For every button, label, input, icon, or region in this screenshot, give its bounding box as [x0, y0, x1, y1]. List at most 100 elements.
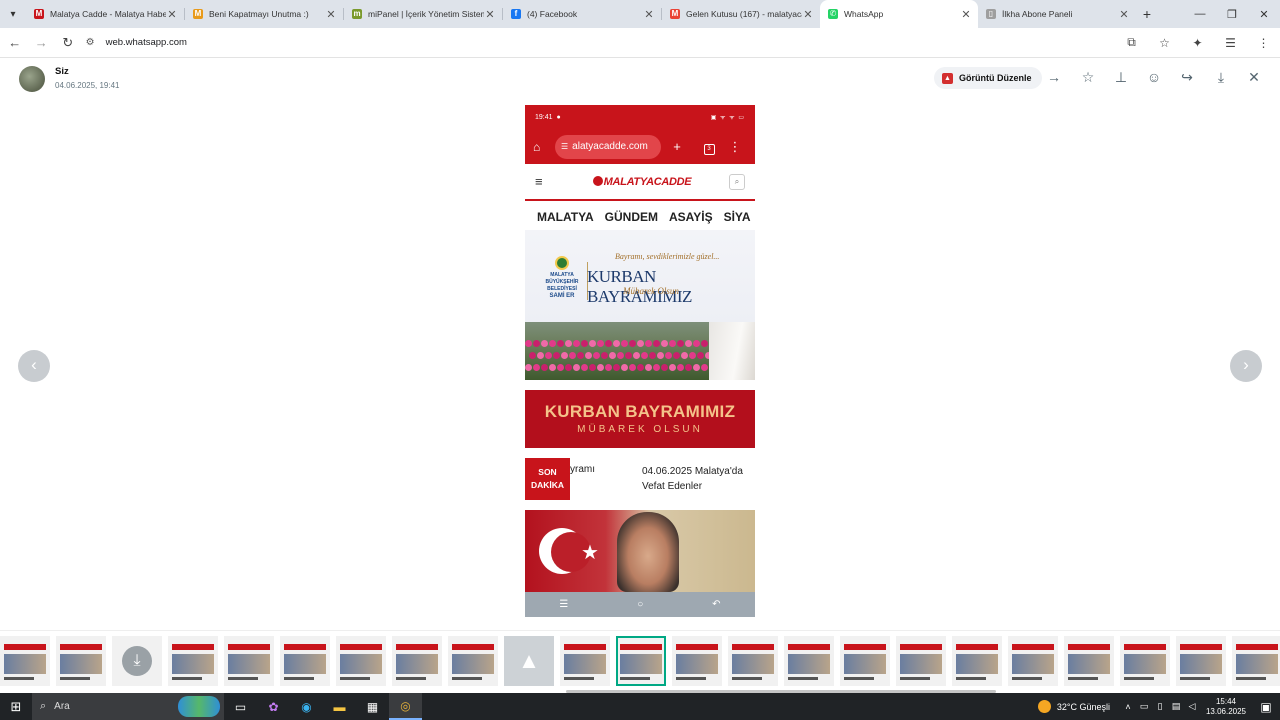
task-view-icon[interactable]: ▭	[224, 693, 257, 720]
edge-icon[interactable]: ◉	[290, 693, 323, 720]
tab-close-icon[interactable]: ✕	[643, 8, 655, 21]
emoji-icon[interactable]: ☺	[1145, 68, 1163, 86]
site-info-icon[interactable]: ⚙	[86, 37, 100, 48]
profile-icon[interactable]: ☰	[1214, 35, 1247, 50]
tab-title: Gelen Kutusu (167) - malatyaca	[686, 9, 802, 19]
media-thumbnail[interactable]	[280, 636, 330, 686]
avatar[interactable]	[19, 66, 45, 92]
restore-icon[interactable]: ❐	[1216, 0, 1248, 28]
browser-tab[interactable]: ▯ İlkha Abone Paneli ✕	[978, 0, 1136, 28]
file-explorer-icon[interactable]: ▬	[323, 693, 356, 720]
battery-icon[interactable]: ▯	[1152, 701, 1168, 712]
browser-tab[interactable]: M Beni Kapatmayı Unutma :) ✕	[185, 0, 343, 28]
media-thumbnail[interactable]	[1232, 636, 1280, 686]
address-bar[interactable]: ⚙ web.whatsapp.com	[86, 32, 1115, 54]
media-thumbnail[interactable]	[672, 636, 722, 686]
weather-text: 32°C Güneşli	[1056, 701, 1110, 712]
pin-icon[interactable]: ⊥	[1112, 68, 1130, 86]
media-thumbnail[interactable]	[896, 636, 946, 686]
tab-close-icon[interactable]: ✕	[1118, 8, 1130, 21]
forward-icon[interactable]: →	[30, 31, 54, 55]
edit-image-button[interactable]: ▲ Görüntü Düzenle	[934, 67, 1042, 89]
forward-icon[interactable]: ↪	[1178, 68, 1196, 86]
arrow-right-icon[interactable]: →	[1045, 68, 1063, 86]
media-thumbnail-strip: ⤓ ▲	[0, 630, 1280, 688]
media-thumbnail[interactable]	[1120, 636, 1170, 686]
network-icon[interactable]: ▤	[1168, 701, 1184, 712]
close-window-icon[interactable]: ✕	[1248, 0, 1280, 28]
download-icon[interactable]: ⤓	[1212, 68, 1230, 86]
tab-close-icon[interactable]: ✕	[166, 8, 178, 21]
bookmark-star-icon[interactable]: ☆	[1148, 35, 1181, 50]
browser-tab[interactable]: f (4) Facebook ✕	[503, 0, 661, 28]
tab-close-icon[interactable]: ✕	[484, 8, 496, 21]
media-thumbnail[interactable]	[392, 636, 442, 686]
media-thumbnail[interactable]	[224, 636, 274, 686]
menu-icon[interactable]: ⋮	[1247, 35, 1280, 50]
close-icon[interactable]: ✕	[1245, 68, 1263, 86]
phone-menu-icon: ⋮	[728, 138, 742, 154]
tab-close-icon[interactable]: ✕	[802, 8, 814, 21]
tab-favicon-icon: m	[352, 9, 362, 19]
media-thumbnail[interactable]	[1064, 636, 1114, 686]
media-thumbnail[interactable]: ⤓	[112, 636, 162, 686]
extensions-icon[interactable]: ✦	[1181, 35, 1214, 50]
tab-title: Malatya Cadde - Malatya Habe	[50, 9, 166, 19]
weather-widget[interactable]: 32°C Güneşli	[1037, 700, 1110, 713]
media-thumbnail[interactable]	[168, 636, 218, 686]
clock[interactable]: 15:44 13.06.2025	[1200, 697, 1252, 717]
tab-close-icon[interactable]: ✕	[960, 8, 972, 21]
minimize-icon[interactable]: —	[1184, 0, 1216, 28]
store-icon[interactable]: ▦	[356, 693, 389, 720]
chrome-icon[interactable]: ◎	[389, 693, 422, 720]
ticker-item: yramı	[570, 464, 595, 475]
star-icon[interactable]: ☆	[1079, 68, 1097, 86]
browser-tab[interactable]: M Malatya Cadde - Malatya Habe ✕	[26, 0, 184, 28]
browser-tab[interactable]: M Gelen Kutusu (167) - malatyaca ✕	[662, 0, 820, 28]
volume-icon[interactable]: ◁	[1184, 701, 1200, 712]
media-thumbnail[interactable]	[560, 636, 610, 686]
ticker-item: 04.06.2025 Malatya'da Vefat Edenler	[642, 466, 743, 492]
tab-search-icon[interactable]: ▾	[0, 0, 26, 28]
media-thumbnail[interactable]	[616, 636, 666, 686]
next-media-button[interactable]: ›	[1230, 350, 1262, 382]
media-thumbnail[interactable]	[448, 636, 498, 686]
reload-icon[interactable]: ↻	[56, 31, 80, 55]
media-thumbnail[interactable]	[0, 636, 50, 686]
site-menu-item: ASAYİŞ	[669, 209, 713, 224]
media-thumbnail[interactable]: ▲	[504, 636, 554, 686]
bayram-banner-red: KURBAN BAYRAMIMIZ MÜBAREK OLSUN	[525, 390, 755, 448]
previous-media-button[interactable]: ‹	[18, 350, 50, 382]
recent-apps-icon: ☰	[559, 599, 569, 610]
media-thumbnail[interactable]	[784, 636, 834, 686]
news-photo: ★	[525, 510, 755, 592]
media-thumbnail[interactable]	[1176, 636, 1226, 686]
install-app-icon[interactable]: ⧉	[1115, 35, 1148, 50]
media-thumbnail[interactable]	[728, 636, 778, 686]
browser-tab[interactable]: ✆ WhatsApp ✕	[820, 0, 978, 28]
media-thumbnail[interactable]	[840, 636, 890, 686]
windows-taskbar: ⊞ ⌕ Ara ▭ ✿ ◉ ▬ ▦ ◎ 32°C Güneşli ˄ ▭ ▯ ▤…	[0, 693, 1280, 720]
download-icon: ⤓	[122, 646, 152, 676]
tab-close-icon[interactable]: ✕	[325, 8, 337, 21]
tab-favicon-icon: M	[193, 9, 203, 19]
sender-name: Siz	[55, 66, 69, 77]
display-icon[interactable]: ▭	[1136, 701, 1152, 712]
copilot-icon[interactable]: ✿	[257, 693, 290, 720]
chevron-up-icon[interactable]: ˄	[1120, 702, 1136, 712]
media-thumbnail[interactable]	[56, 636, 106, 686]
edit-image-label: Görüntü Düzenle	[959, 73, 1032, 83]
media-thumbnail[interactable]	[336, 636, 386, 686]
media-thumbnail[interactable]	[952, 636, 1002, 686]
phone-back-icon: ↶	[712, 599, 721, 610]
taskbar-search[interactable]: ⌕ Ara	[32, 693, 224, 720]
phone-time: 19:41	[535, 113, 553, 121]
new-tab-button[interactable]: +	[1136, 0, 1158, 28]
tab-favicon-icon: M	[34, 9, 44, 19]
notification-icon[interactable]: ▣	[1252, 700, 1280, 714]
media-thumbnail[interactable]	[1008, 636, 1058, 686]
browser-tab[interactable]: m miPanel | İçerik Yönetim Sistemi ✕	[344, 0, 502, 28]
windows-start-icon[interactable]: ⊞	[0, 699, 32, 715]
phone-browser-bar: ⌂ ☰ alatyacadde.com + 3 ⋮	[525, 129, 755, 164]
back-icon[interactable]: ←	[3, 31, 27, 55]
